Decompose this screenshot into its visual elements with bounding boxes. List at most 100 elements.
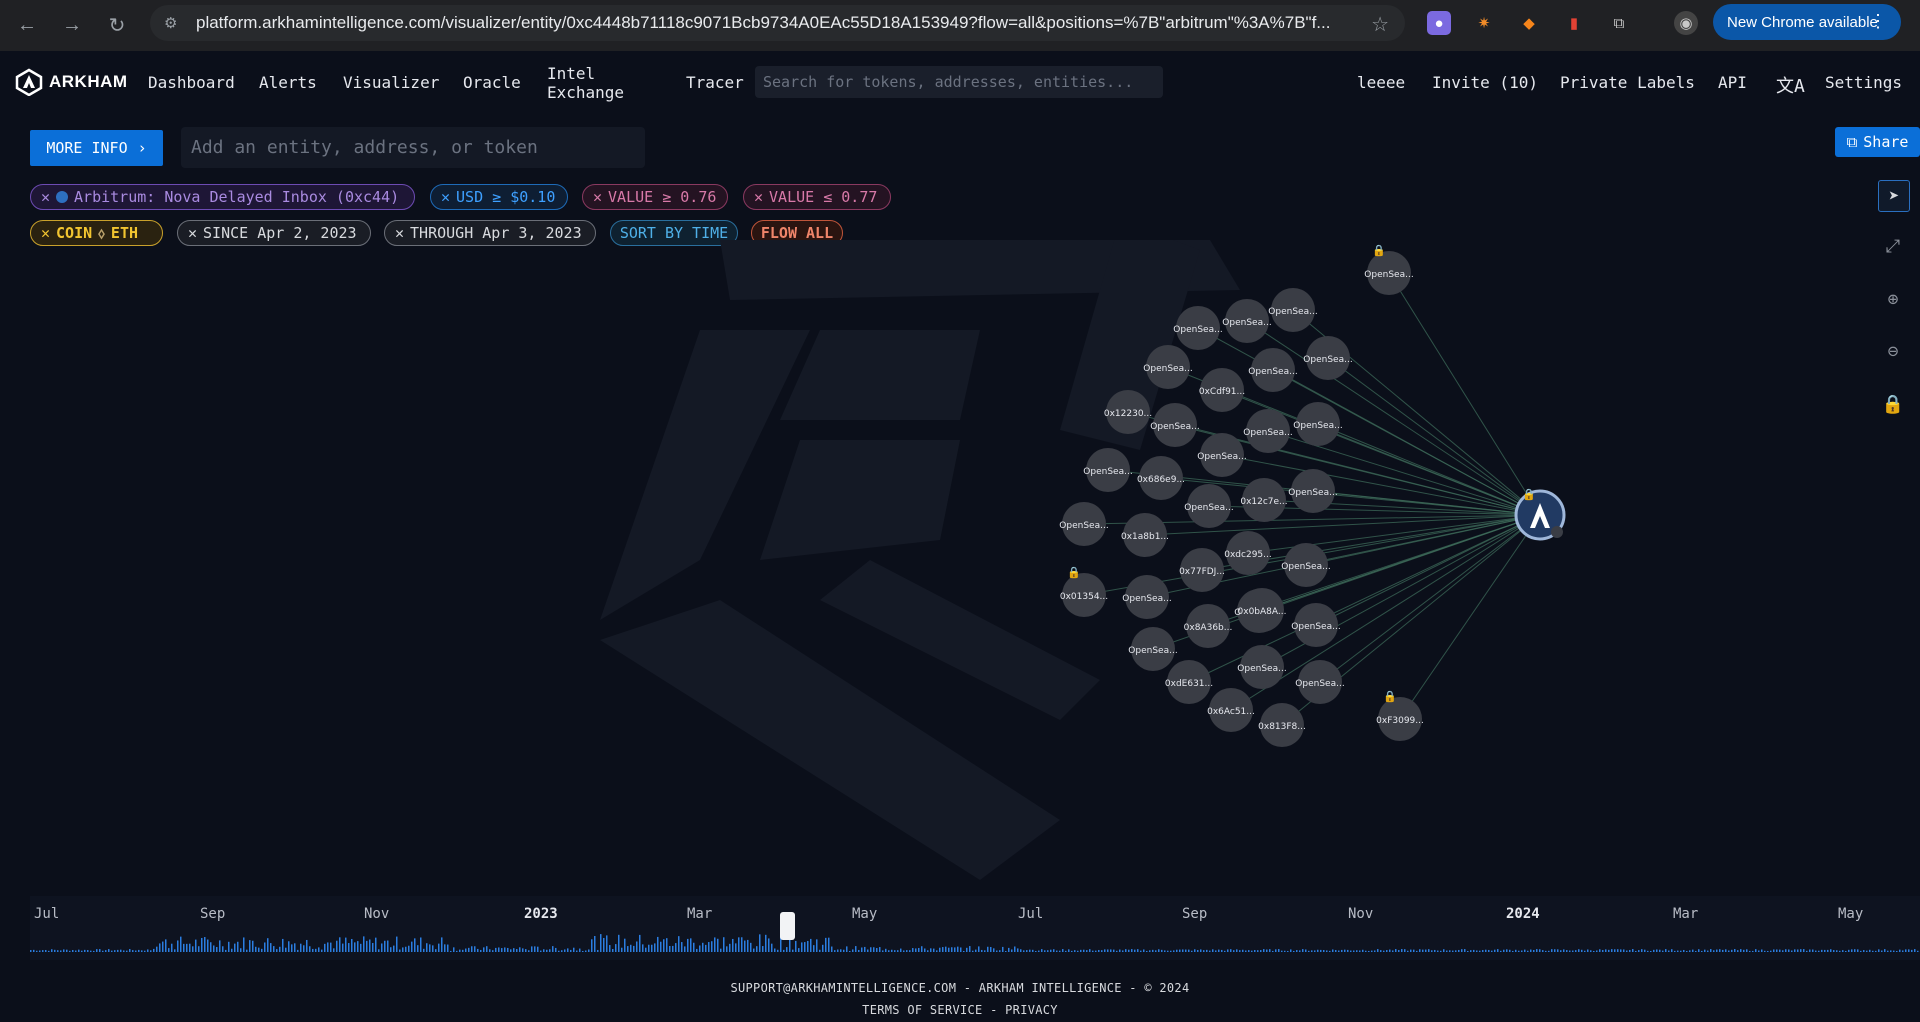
timeline-bar	[243, 937, 245, 952]
new-chrome-button[interactable]: New Chrome available ⋮	[1713, 4, 1901, 40]
fit-screen-icon[interactable]: ⤢	[1878, 231, 1908, 261]
remove-filter-icon[interactable]: ✕	[593, 188, 602, 206]
share-button[interactable]: ⧉ Share	[1835, 127, 1920, 157]
global-search-input[interactable]: Search for tokens, addresses, entities..…	[755, 66, 1163, 98]
filter-entity-chip[interactable]: ✕ Arbitrum: Nova Delayed Inbox (0xc44)	[30, 184, 415, 210]
graph-node[interactable]: 0x813F8...	[1258, 703, 1306, 747]
forward-icon[interactable]: →	[60, 13, 84, 37]
graph-node[interactable]: OpenSea...	[1059, 502, 1109, 546]
timeline-bar	[234, 943, 236, 952]
private-labels-link[interactable]: Private Labels	[1560, 73, 1695, 92]
pointer-icon[interactable]: ➤	[1878, 180, 1910, 212]
graph-node[interactable]: OpenSea...	[1295, 660, 1345, 704]
graph-node[interactable]: 0xdE631...	[1165, 660, 1213, 704]
puzzle-extensions-icon[interactable]: ⧉	[1607, 11, 1631, 35]
graph-node[interactable]: OpenSea...	[1293, 402, 1343, 446]
nav-dashboard[interactable]: Dashboard	[148, 73, 235, 92]
translate-icon[interactable]: 文A	[1776, 72, 1805, 98]
timeline-bar	[1200, 949, 1202, 952]
remove-filter-icon[interactable]: ✕	[41, 188, 50, 206]
timeline-bar	[414, 938, 416, 952]
metamask-extension-icon[interactable]: ◆	[1517, 11, 1541, 35]
graph-node[interactable]: OpenSea...	[1222, 299, 1272, 343]
settings-link[interactable]: Settings	[1825, 73, 1902, 92]
nav-oracle[interactable]: Oracle	[463, 73, 521, 92]
graph-node[interactable]: 0x6Ac51...	[1207, 688, 1255, 732]
timeline-bar	[1704, 949, 1706, 952]
timeline-bar	[1740, 949, 1742, 952]
timeline-bar	[1272, 950, 1274, 952]
bookmark-star-icon[interactable]: ☆	[1371, 12, 1389, 37]
timeline-bar	[1221, 949, 1223, 952]
timeline-bar	[1803, 949, 1805, 952]
filter-value-max-chip[interactable]: ✕ VALUE ≤ 0.77	[743, 184, 891, 210]
timeline-handle[interactable]	[780, 912, 795, 940]
graph-node[interactable]: OpenSea...	[1291, 603, 1341, 647]
remove-filter-icon[interactable]: ✕	[441, 188, 450, 206]
graph-node[interactable]: 0x8A36b...	[1184, 604, 1233, 648]
timeline-bar	[324, 943, 326, 952]
graph-node[interactable]: OpenSea...	[1122, 575, 1172, 619]
nav-intel-exchange[interactable]: Intel Exchange	[547, 64, 627, 102]
nav-visualizer[interactable]: Visualizer	[343, 73, 439, 92]
timeline-bar	[996, 950, 998, 952]
network-graph[interactable]: OpenSea...🔒OpenSea...OpenSea...OpenSea..…	[0, 240, 1920, 890]
entity-search-input[interactable]: Add an entity, address, or token	[181, 127, 645, 168]
timeline-bar	[837, 949, 839, 952]
profile-avatar[interactable]: ◉	[1674, 11, 1698, 35]
nav-alerts[interactable]: Alerts	[259, 73, 317, 92]
graph-node[interactable]: 0x77FDJ...	[1179, 548, 1225, 592]
timeline-bar	[981, 949, 983, 952]
lock-extension-icon[interactable]: ▮	[1562, 11, 1586, 35]
center-node-arbitrum[interactable]: 🔒	[1514, 488, 1566, 541]
graph-node[interactable]: OpenSea...	[1083, 448, 1133, 492]
timeline-bar	[684, 946, 686, 952]
timeline-bar	[1566, 950, 1568, 952]
graph-node[interactable]: OpenSea...	[1128, 627, 1178, 671]
back-icon[interactable]: ←	[15, 13, 39, 37]
graph-node[interactable]: 0xdc295...	[1224, 531, 1272, 575]
timeline-bar	[1179, 949, 1181, 952]
graph-node[interactable]: OpenSea...	[1248, 348, 1298, 392]
graph-node[interactable]: OpenSea...	[1281, 543, 1331, 587]
remove-filter-icon[interactable]: ✕	[754, 188, 763, 206]
kebab-menu-icon[interactable]: ⋮	[1869, 11, 1887, 32]
zoom-in-icon[interactable]: ⊕	[1878, 284, 1908, 314]
ghost-extension-icon[interactable]: ●	[1427, 11, 1451, 35]
graph-node[interactable]: 0xF3099... 🔒	[1376, 690, 1424, 741]
lock-icon[interactable]: 🔒	[1878, 389, 1908, 419]
graph-node[interactable]: OpenSea...	[1303, 336, 1353, 380]
filter-usd-chip[interactable]: ✕ USD ≥ $0.10	[430, 184, 568, 210]
arkham-logo[interactable]: ARKHAM	[15, 68, 128, 96]
graph-node[interactable]: OpenSea...	[1268, 288, 1318, 332]
graph-node-label: 0x77FDJ...	[1179, 567, 1225, 577]
api-link[interactable]: API	[1718, 73, 1747, 92]
graph-node[interactable]: 0x01354... 🔒	[1060, 566, 1108, 617]
timeline-bar	[117, 949, 119, 952]
graph-node[interactable]: 0x1a8b1...	[1121, 513, 1169, 557]
graph-node[interactable]: 0xCdf91...	[1199, 368, 1245, 412]
graph-node[interactable]: OpenSea...	[1237, 645, 1287, 689]
address-bar[interactable]: ⚙ platform.arkhamintelligence.com/visual…	[150, 5, 1405, 41]
site-settings-icon[interactable]: ⚙	[164, 14, 182, 32]
graph-node[interactable]: OpenSea...	[1243, 409, 1293, 453]
graph-node[interactable]: OpenSea...	[1150, 403, 1200, 447]
timeline-bar	[1482, 950, 1484, 952]
nav-tracer[interactable]: Tracer	[686, 73, 744, 92]
timeline-bar	[168, 948, 170, 952]
timeline[interactable]: Jul Sep Nov 2023 Mar May Jul Sep Nov 202…	[30, 896, 1920, 960]
graph-node[interactable]: 0x686e9...	[1137, 456, 1185, 500]
invite-link[interactable]: Invite (10)	[1432, 73, 1538, 92]
url-text[interactable]: platform.arkhamintelligence.com/visualiz…	[196, 13, 1346, 33]
timeline-bar	[720, 948, 722, 952]
user-menu[interactable]: leeee	[1357, 73, 1405, 92]
zoom-out-icon[interactable]: ⊖	[1878, 336, 1908, 366]
reload-icon[interactable]: ↻	[105, 13, 129, 37]
timeline-bar	[1287, 950, 1289, 952]
graph-node[interactable]: OpenSea... 🔒	[1364, 244, 1414, 295]
timeline-bar	[1446, 950, 1448, 952]
sparkle-extension-icon[interactable]: ✷	[1472, 11, 1496, 35]
footer-links[interactable]: TERMS OF SERVICE - PRIVACY	[0, 1003, 1920, 1017]
more-info-button[interactable]: MORE INFO ›	[30, 130, 163, 166]
filter-value-min-chip[interactable]: ✕ VALUE ≥ 0.76	[582, 184, 728, 210]
